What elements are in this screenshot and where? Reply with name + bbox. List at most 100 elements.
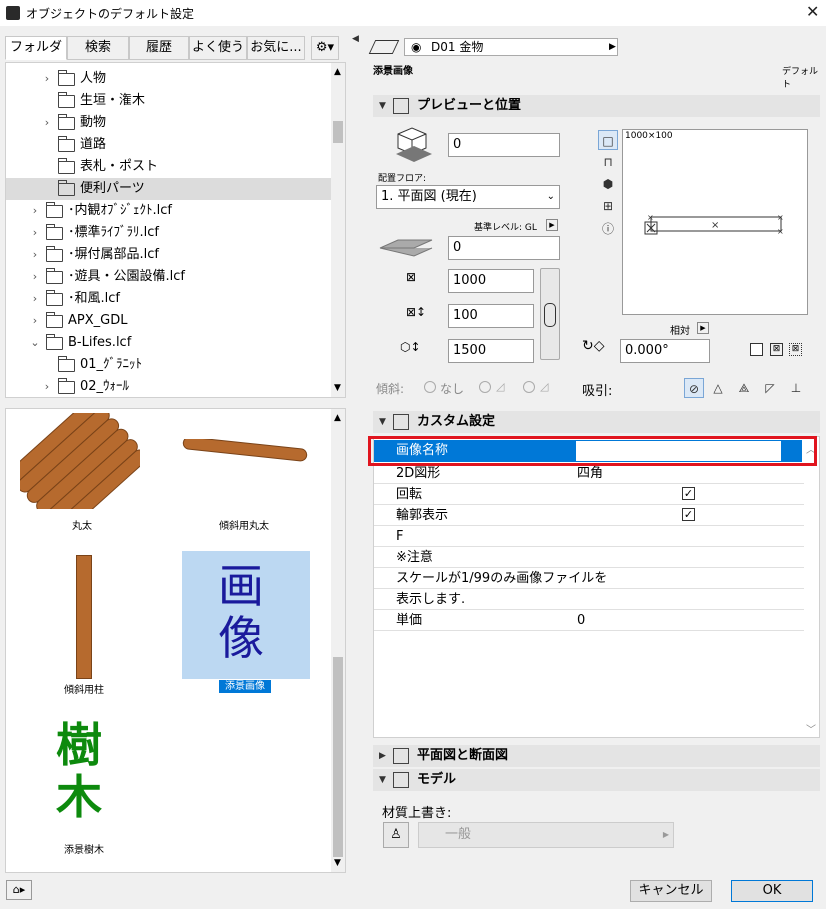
tree-item[interactable]: › ･塀付属部品.lcf [6,244,331,266]
chevron-right-icon[interactable]: › [42,112,52,134]
expand-arrow-icon[interactable]: ▶ [379,745,386,767]
library-manager-icon[interactable]: ⌂▸ [6,880,32,900]
tab-folder[interactable]: フォルダ [5,36,67,60]
tree-item[interactable]: › ･標準ﾗｲﾌﾞﾗﾘ.lcf [6,222,331,244]
collapse-arrow-icon[interactable]: ▼ [379,95,386,117]
mirror-checkbox[interactable] [750,343,763,356]
scroll-down-icon[interactable]: ﹀ [806,721,816,736]
param-value[interactable]: 四角 [577,463,603,484]
chevron-right-icon[interactable]: › [42,68,52,90]
link-proportion-toggle[interactable] [540,268,560,360]
snap-base-icon[interactable]: ⊥ [786,378,806,398]
snap-pyramid-icon[interactable]: △ [708,378,728,398]
param-row[interactable]: 回転 ✓ [374,484,804,505]
scroll-down-icon[interactable]: ▼ [334,383,341,393]
tab-search[interactable]: 検索 [67,36,129,60]
param-row[interactable]: 2D図形 四角 [374,463,804,484]
param-row[interactable]: スケールが1/99のみ画像ファイルを [374,568,804,589]
chevron-right-icon[interactable]: › [30,244,40,266]
folder-icon [46,202,63,218]
settings-gear-icon[interactable]: ⚙▾ [311,36,339,60]
close-icon[interactable]: ✕ [806,2,819,21]
scroll-up-icon[interactable]: ▲ [334,413,341,423]
param-checkbox[interactable]: ✓ [682,487,695,500]
param-row[interactable]: 単価 0 [374,610,804,631]
section-custom-header[interactable]: ▼ カスタム設定 [373,411,820,433]
tab-favorites[interactable]: お気に... [247,36,305,60]
paint-bucket-icon[interactable]: ♙ [383,822,409,848]
section-model-header[interactable]: ▼ モデル [373,769,820,791]
cancel-button[interactable]: キャンセル [630,880,712,902]
chevron-right-icon[interactable]: › [30,200,40,222]
snap-slash-icon[interactable]: ⊘ [684,378,704,398]
chevron-right-icon[interactable]: › [30,288,40,310]
slope-option-radio[interactable] [523,381,535,393]
tree-item[interactable]: 01_ｸﾞﾗﾆｯﾄ [6,354,331,376]
collapse-panel-icon[interactable]: ◀ [352,34,359,44]
scene-image-thumbnail-selected[interactable]: 画 像 [182,551,310,679]
scroll-thumb[interactable] [333,657,343,857]
mirror-x-icon[interactable]: ⊠ [770,343,783,356]
collapse-arrow-icon[interactable]: ▼ [379,411,386,433]
scroll-down-icon[interactable]: ▼ [334,858,341,868]
snap-pyramid-icon[interactable]: ⟁ [734,378,754,398]
tree-item[interactable]: › ･和風.lcf [6,288,331,310]
ok-button[interactable]: OK [731,880,813,902]
tree-item[interactable]: 道路 [6,134,331,156]
tree-item[interactable]: 表札・ポスト [6,156,331,178]
section-floorplan-header[interactable]: ▶ 平面図と断面図 [373,745,820,767]
tree-item[interactable]: › ･遊具・公園設備.lcf [6,266,331,288]
sloped-post-thumbnail[interactable] [76,555,92,679]
tab-history[interactable]: 履歴 [129,36,189,60]
chevron-right-icon[interactable]: › [42,376,52,398]
param-row[interactable]: 輪郭表示 ✓ [374,505,804,526]
tree-item-selected[interactable]: 便利パーツ [6,178,331,200]
width-field[interactable]: 1000 [448,269,534,293]
height-field[interactable]: 1500 [448,339,534,363]
tree-item-label: 人物 [80,71,107,86]
tree-item[interactable]: › APX_GDL [6,310,331,332]
slope-option-radio[interactable] [479,381,491,393]
info-icon[interactable]: ⓘ [598,219,618,239]
section-preview-header[interactable]: ▼ プレビューと位置 [373,95,820,117]
offset-field[interactable]: 0 [448,133,560,157]
chevron-right-icon[interactable]: › [30,310,40,332]
tree-item[interactable]: › ･内観ｵﾌﾞｼﾞｪｸﾄ.lcf [6,200,331,222]
plan-view-icon[interactable]: □ [598,130,618,150]
tab-frequent[interactable]: よく使う [189,36,247,60]
angle-field[interactable]: 0.000° [620,339,710,363]
mirror-y-icon[interactable]: ⊠ [789,343,802,356]
param-value[interactable]: 0 [577,610,585,631]
tree-item[interactable]: ⌄ B-Lifes.lcf [6,332,331,354]
sloped-log-thumbnail[interactable] [181,436,311,469]
param-row[interactable]: F [374,526,804,547]
slope-none-radio[interactable] [424,381,436,393]
chevron-right-icon[interactable]: › [30,222,40,244]
side-view-icon[interactable]: ⊓ [598,152,618,172]
gallery-scrollbar[interactable]: ▲ ▼ [331,409,345,872]
param-row[interactable]: ※注意 [374,547,804,568]
relative-menu-icon[interactable]: ▶ [697,322,709,334]
collapse-arrow-icon[interactable]: ▼ [379,769,386,791]
param-checkbox[interactable]: ✓ [682,508,695,521]
tree-item[interactable]: › 02_ｳｫｰﾙ [6,376,331,398]
chevron-down-icon[interactable]: ⌄ [30,332,40,354]
tree-item[interactable]: 生垣・潅木 [6,90,331,112]
floor-select[interactable]: 1. 平面図 (現在) ⌄ [376,185,560,209]
layer-dropdown[interactable]: ◉ D01 金物 ▶ [404,38,618,56]
scroll-up-icon[interactable]: ▲ [334,67,341,77]
log-bundle-thumbnail[interactable] [8,397,148,535]
chevron-right-icon[interactable]: › [30,266,40,288]
snap-wedge-icon[interactable]: ◸ [760,378,780,398]
ref-level-menu-icon[interactable]: ▶ [546,219,558,231]
param-row[interactable]: 表示します. [374,589,804,610]
material-select[interactable]: 一般 ▶ [418,822,674,848]
tree-scrollbar[interactable]: ▲ ▼ [331,63,345,397]
tree-item[interactable]: › 人物 [6,68,331,90]
3d-view-icon[interactable]: ⬢ [598,174,618,194]
elevation-view-icon[interactable]: ⊞ [598,196,618,216]
tree-item[interactable]: › 動物 [6,112,331,134]
scroll-thumb[interactable] [333,121,343,143]
elevation-field[interactable]: 0 [448,236,560,260]
depth-field[interactable]: 100 [448,304,534,328]
